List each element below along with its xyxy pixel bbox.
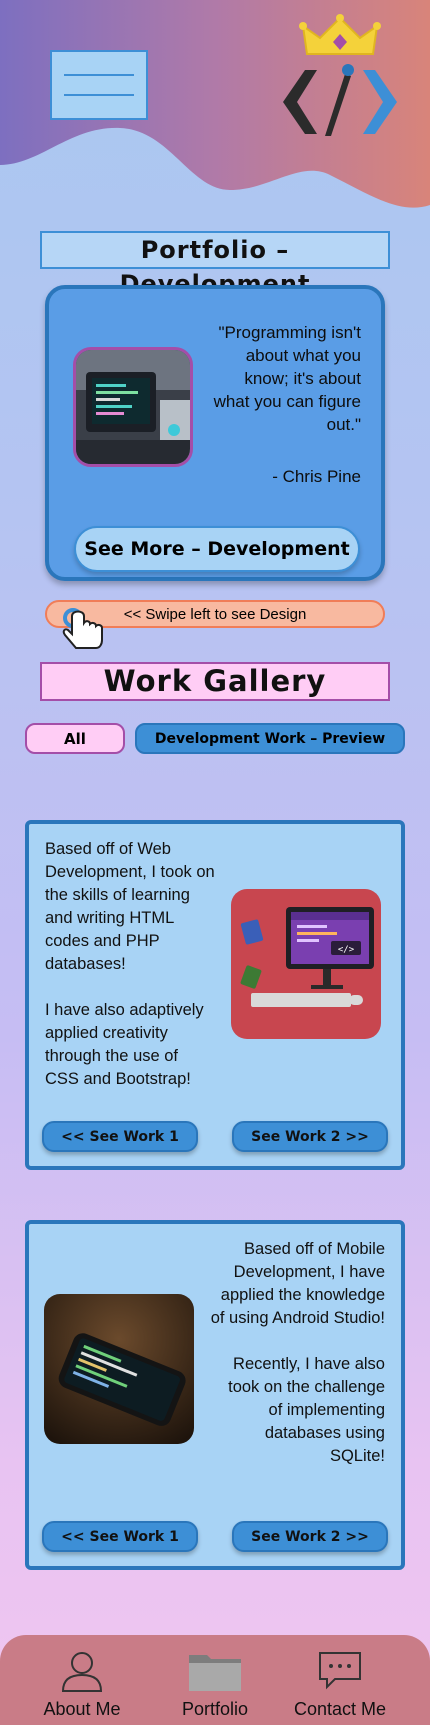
person-icon [61, 1652, 103, 1692]
see-work-1-button[interactable]: << See Work 1 [42, 1521, 198, 1552]
quote-card: "Programming isn't about what you know; … [45, 285, 385, 581]
nav-label: About Me [43, 1699, 121, 1719]
hamburger-menu-icon[interactable] [50, 50, 148, 120]
nav-label: Portfolio [181, 1699, 249, 1719]
quote-author: - Chris Pine [272, 467, 361, 486]
work-card-description: Based off of Mobile Development, I have … [210, 1240, 385, 1465]
smartphone-photo [44, 1294, 194, 1444]
pointer-hand-icon [62, 608, 103, 649]
computer-code-illustration: </> [231, 889, 381, 1039]
filter-all-button[interactable]: All [25, 723, 125, 754]
work-card-mobile: Based off of Mobile Development, I have … [25, 1220, 405, 1570]
nav-item-portfolio[interactable]: Portfolio [145, 1635, 285, 1725]
svg-text:</>: </> [338, 945, 355, 955]
work-card-description: Based off of Web Development, I took on … [45, 840, 215, 1088]
folder-icon [189, 1655, 241, 1691]
menu-line [64, 94, 134, 96]
menu-line [64, 74, 134, 76]
bottom-nav: About Me Portfolio Contact Me [0, 1635, 430, 1725]
swipe-hint-label: << Swipe left to see Design [123, 605, 307, 623]
nav-item-about-me[interactable]: About Me [12, 1635, 152, 1725]
see-work-1-button[interactable]: << See Work 1 [42, 1121, 198, 1152]
work-card-web: Based off of Web Development, I took on … [25, 820, 405, 1170]
see-work-2-button[interactable]: See Work 2 >> [232, 1521, 388, 1552]
quote-text: "Programming isn't about what you know; … [213, 323, 361, 434]
chat-icon [319, 1652, 361, 1690]
see-more-development-button[interactable]: See More – Development [74, 526, 360, 572]
nav-label: Contact Me [293, 1699, 387, 1719]
filter-development-button[interactable]: Development Work – Preview [135, 723, 405, 754]
developer-laptop-photo [73, 347, 193, 467]
nav-item-contact-me[interactable]: Contact Me [270, 1635, 410, 1725]
portfolio-title: Portfolio – Development [40, 231, 390, 298]
see-work-2-button[interactable]: See Work 2 >> [232, 1121, 388, 1152]
work-gallery-title: Work Gallery [40, 662, 390, 701]
crown-code-brush-logo[interactable] [275, 12, 405, 142]
